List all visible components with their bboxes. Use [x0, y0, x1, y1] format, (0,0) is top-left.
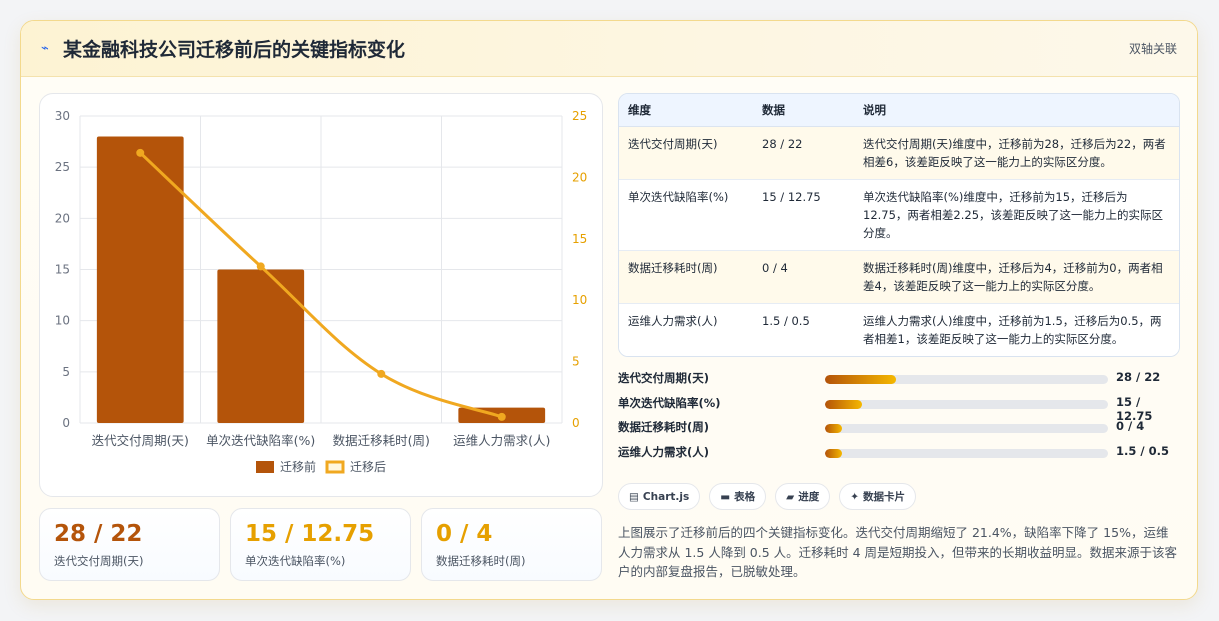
- table-cell: 迭代交付周期(天): [619, 126, 753, 180]
- y-left-tick-label: 30: [55, 109, 70, 123]
- progress-row: 迭代交付周期(天) 28 / 22: [618, 367, 1180, 392]
- y-left-tick-label: 10: [55, 314, 70, 328]
- x-tick-label: 单次迭代缺陷率(%): [206, 433, 315, 448]
- progress-fill: [825, 448, 842, 458]
- table-cell: 运维人力需求(人)维度中，迁移前为1.5，迁移后为0.5，两者相差1，该差距反映…: [854, 303, 1179, 356]
- chip-data-card[interactable]: ✦ 数据卡片: [839, 483, 917, 510]
- y-left-tick-label: 15: [55, 263, 70, 277]
- table-cell: 单次迭代缺陷率(%)维度中，迁移前为15，迁移后为12.75，两者相差2.25，…: [854, 179, 1179, 251]
- chip-chartjs[interactable]: ▤ Chart.js: [618, 483, 701, 510]
- y-right-tick-label: 0: [572, 416, 580, 430]
- table-cell: 迭代交付周期(天)维度中，迁移前为28，迁移后为22，两者相差6，该差距反映了这…: [854, 126, 1179, 180]
- legend-swatch-before: [256, 461, 274, 473]
- kpi-label: 迭代交付周期(天): [54, 554, 144, 568]
- chip-progress[interactable]: ▰ 进度: [775, 483, 831, 510]
- table-cell: 运维人力需求(人): [619, 303, 753, 356]
- chart-mode-badge: 双轴关联: [1128, 42, 1177, 56]
- progress-row: 单次迭代缺陷率(%) 15 / 12.75: [618, 392, 1180, 423]
- y-right-tick-label: 15: [572, 232, 587, 246]
- kpi-value: 0 / 4: [436, 521, 493, 547]
- progress-track: [825, 448, 1108, 458]
- legend-swatch-after: [325, 460, 345, 474]
- table-header-row: 维度 数据 说明: [619, 94, 1179, 127]
- progress-fill: [825, 399, 862, 409]
- kpi-label: 数据迁移耗时(周): [436, 554, 526, 568]
- bar-before: [217, 269, 305, 423]
- table-cell: 数据迁移耗时(周): [619, 250, 753, 304]
- y-left-tick-label: 25: [55, 160, 70, 174]
- table-header-cell: 说明: [854, 94, 1179, 127]
- table-cell: 数据迁移耗时(周)维度中，迁移后为4，迁移前为0，两者相差4，该差距反映了这一能…: [854, 250, 1179, 304]
- kpi-label: 单次迭代缺陷率(%): [245, 554, 346, 568]
- data-table: 维度 数据 说明 迭代交付周期(天) 28 / 22 迭代交付周期(天)维度中，…: [618, 93, 1180, 357]
- card-header: ⌁ 某金融科技公司迁移前后的关键指标变化 双轴关联: [21, 21, 1197, 77]
- point-after: [377, 369, 386, 378]
- bar-before: [96, 136, 184, 423]
- x-tick-label: 迭代交付周期(天): [92, 433, 189, 448]
- y-right-tick-label: 20: [572, 170, 587, 184]
- x-tick-label: 运维人力需求(人): [453, 433, 550, 448]
- combo-chart: 0 5 10 15 20 25 30 0 5 10 15 20 25 迭代交付周期(天) 单次迭代缺陷率(%…: [39, 93, 603, 497]
- y-right-tick-label: 5: [572, 355, 580, 369]
- progress-value: 0 / 4: [1116, 419, 1145, 433]
- dashboard-card: ⌁ 某金融科技公司迁移前后的关键指标变化 双轴关联 0 5 10 15 20 25 30 0 5…: [20, 20, 1198, 600]
- chip-label: Chart.js: [642, 490, 690, 503]
- chart-icon: ▤: [629, 490, 639, 503]
- progress-track: [825, 375, 1108, 384]
- progress-row: 运维人力需求(人) 1.5 / 0.5: [618, 441, 1180, 466]
- y-left-tick-label: 5: [62, 365, 70, 379]
- progress-fill: [825, 424, 842, 433]
- progress-track: [825, 399, 1108, 409]
- progress-label: 单次迭代缺陷率(%): [618, 395, 721, 410]
- chart-line-icon: ⌁: [41, 41, 49, 56]
- kpi-card-2: 0 / 4 数据迁移耗时(周): [421, 508, 602, 581]
- progress-icon: ▰: [786, 490, 795, 503]
- chip-table[interactable]: ▬ 表格: [709, 483, 767, 510]
- chart-svg: 0 5 10 15 20 25 30 0 5 10 15 20 25 迭代交付周期(天) 单次迭代缺陷率(%…: [55, 109, 588, 474]
- table-cell: 28 / 22: [753, 126, 854, 180]
- table-cell: 15 / 12.75: [753, 179, 854, 251]
- y-right-tick-label: 10: [572, 293, 587, 307]
- progress-value: 28 / 22: [1116, 370, 1161, 384]
- progress-list: 迭代交付周期(天) 28 / 22 单次迭代缺陷率(%) 15 / 12.75 …: [618, 367, 1180, 465]
- table-cell: 1.5 / 0.5: [753, 303, 854, 356]
- table-row: 数据迁移耗时(周) 0 / 4 数据迁移耗时(周)维度中，迁移后为4，迁移前为0…: [619, 250, 1179, 304]
- legend-label-before: 迁移前: [280, 459, 316, 474]
- y-right-tick-label: 25: [572, 109, 587, 123]
- progress-track: [825, 424, 1108, 433]
- kpi-value: 15 / 12.75: [245, 521, 375, 547]
- table-cell: 单次迭代缺陷率(%): [619, 179, 753, 251]
- progress-label: 运维人力需求(人): [618, 444, 710, 459]
- point-after: [497, 412, 506, 421]
- table-icon: ▬: [720, 490, 731, 503]
- progress-row: 数据迁移耗时(周) 0 / 4: [618, 416, 1180, 441]
- point-after: [256, 262, 265, 271]
- kpi-value: 28 / 22: [54, 521, 143, 547]
- kpi-card-1: 15 / 12.75 单次迭代缺陷率(%): [230, 508, 411, 581]
- table-cell: 0 / 4: [753, 250, 854, 304]
- table-header-cell: 维度: [619, 94, 753, 127]
- point-after: [136, 148, 145, 157]
- x-tick-label: 数据迁移耗时(周): [333, 433, 430, 448]
- progress-label: 迭代交付周期(天): [618, 371, 710, 385]
- table-header-cell: 数据: [753, 94, 854, 127]
- table-row: 运维人力需求(人) 1.5 / 0.5 运维人力需求(人)维度中，迁移前为1.5…: [619, 303, 1179, 356]
- progress-value: 1.5 / 0.5: [1116, 443, 1169, 458]
- tech-chips: ▤ Chart.js ▬ 表格 ▰ 进度 ✦ 数据卡片: [618, 483, 917, 510]
- card-icon: ✦: [850, 490, 860, 503]
- table-row: 单次迭代缺陷率(%) 15 / 12.75 单次迭代缺陷率(%)维度中，迁移前为…: [619, 179, 1179, 251]
- chip-label: 表格: [734, 491, 756, 503]
- progress-label: 数据迁移耗时(周): [618, 420, 710, 434]
- summary-note: 上图展示了迁移前后的四个关键指标变化。迭代交付周期缩短了 21.4%，缺陷率下降…: [618, 525, 1178, 579]
- kpi-card-0: 28 / 22 迭代交付周期(天): [39, 508, 220, 581]
- chip-label: 进度: [798, 491, 820, 503]
- table-row: 迭代交付周期(天) 28 / 22 迭代交付周期(天)维度中，迁移前为28，迁移…: [619, 126, 1179, 180]
- y-left-tick-label: 0: [62, 416, 70, 430]
- legend-label-after: 迁移后: [350, 460, 386, 474]
- progress-fill: [825, 375, 896, 384]
- chip-label: 数据卡片: [863, 491, 906, 503]
- y-left-tick-label: 20: [55, 211, 70, 225]
- page-title: 某金融科技公司迁移前后的关键指标变化: [63, 39, 406, 61]
